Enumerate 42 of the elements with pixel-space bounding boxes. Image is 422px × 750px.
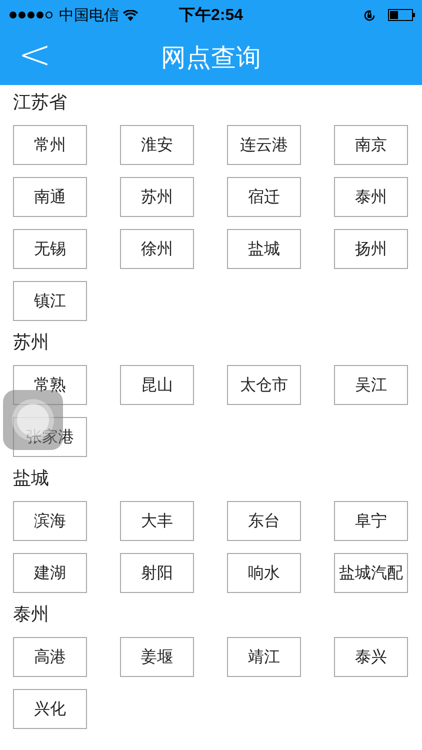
city-button[interactable]: 无锡	[13, 229, 87, 269]
city-button[interactable]: 常州	[13, 125, 87, 165]
rotation-lock-icon	[363, 8, 376, 22]
city-button[interactable]: 镇江	[13, 281, 87, 321]
city-button[interactable]: 昆山	[120, 365, 194, 405]
section-title: 盐城	[13, 467, 50, 491]
section-title: 苏州	[13, 331, 50, 355]
city-button[interactable]: 苏州	[120, 177, 194, 217]
city-button[interactable]: 泰州	[334, 177, 408, 217]
city-button[interactable]: 阜宁	[334, 501, 408, 541]
city-button[interactable]: 建湖	[13, 553, 87, 593]
city-button[interactable]: 盐城	[227, 229, 301, 269]
section-title: 江苏省	[13, 91, 68, 115]
city-button[interactable]: 宿迁	[227, 177, 301, 217]
city-button[interactable]: 南京	[334, 125, 408, 165]
city-button[interactable]: 姜堰	[120, 637, 194, 677]
city-button[interactable]: 太仓市	[227, 365, 301, 405]
battery-icon	[388, 9, 416, 21]
status-time: 下午2:54	[178, 6, 244, 26]
city-button[interactable]: 南通	[13, 177, 87, 217]
city-button[interactable]: 泰兴	[334, 637, 408, 677]
wifi-icon	[123, 10, 138, 20]
city-button[interactable]: 淮安	[120, 125, 194, 165]
city-button[interactable]: 滨海	[13, 501, 87, 541]
signal-icon	[9, 11, 55, 19]
city-button[interactable]: 射阳	[120, 553, 194, 593]
page-title: 网点查询	[161, 42, 261, 74]
city-button[interactable]: 兴化	[13, 689, 87, 729]
city-button[interactable]: 吴江	[334, 365, 408, 405]
city-button[interactable]: 扬州	[334, 229, 408, 269]
city-button[interactable]: 响水	[227, 553, 301, 593]
city-button[interactable]: 高港	[13, 637, 87, 677]
city-button[interactable]: 盐城汽配	[334, 553, 408, 593]
section-title: 泰州	[13, 603, 50, 627]
city-button[interactable]: 连云港	[227, 125, 301, 165]
city-button[interactable]: 大丰	[120, 501, 194, 541]
city-button[interactable]: 徐州	[120, 229, 194, 269]
city-button[interactable]: 靖江	[227, 637, 301, 677]
carrier-name: 中国电信	[59, 6, 119, 24]
city-button[interactable]: 东台	[227, 501, 301, 541]
city-button[interactable]: 常熟	[13, 365, 87, 405]
city-button[interactable]: 张家港	[13, 417, 87, 457]
